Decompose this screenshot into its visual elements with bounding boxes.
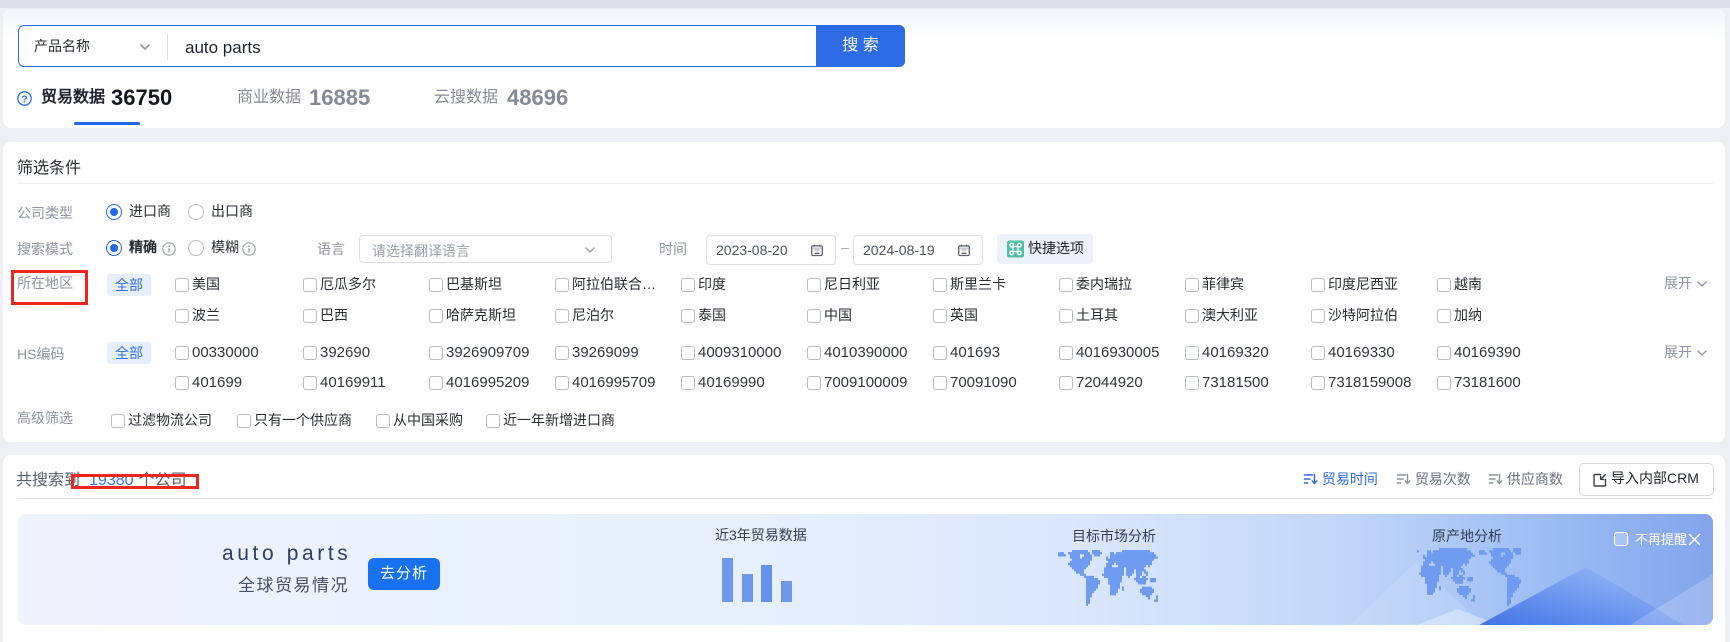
svg-text:?: ?: [21, 93, 27, 105]
